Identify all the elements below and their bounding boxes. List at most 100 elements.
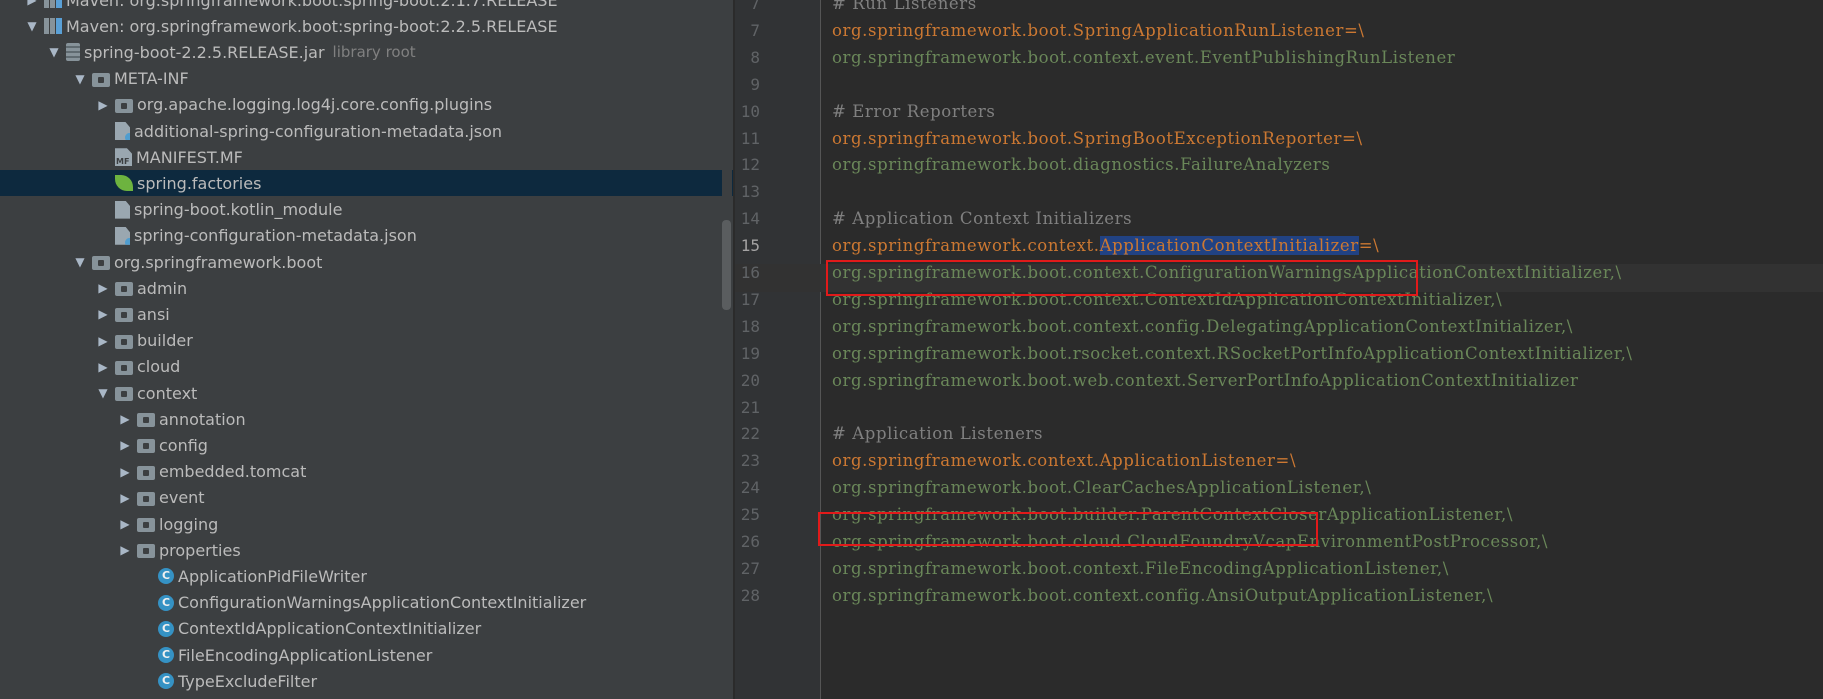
tree-row-label: admin (137, 278, 188, 298)
tree-row[interactable]: spring-boot.kotlin_module (0, 197, 733, 223)
maven-library-icon (44, 0, 62, 8)
collapsed-arrow-icon[interactable]: ▶ (115, 517, 135, 531)
tree-row-label: spring-configuration-metadata.json (134, 226, 417, 246)
tree-row[interactable]: ▶ admin (0, 275, 733, 301)
expanded-arrow-icon[interactable]: ▼ (70, 72, 90, 86)
tree-row-label: spring-boot.kotlin_module (134, 200, 343, 220)
tree-row[interactable]: ▶ org.apache.logging.log4j.core.config.pl… (0, 92, 733, 118)
red-annotation-box-initializer (826, 260, 1418, 296)
package-icon (137, 544, 155, 559)
tree-row[interactable]: ▼ META-INF (0, 66, 733, 92)
package-icon (115, 98, 133, 113)
tree-row-label: ConfigurationWarningsApplicationContextI… (178, 593, 587, 613)
tree-row-hint: library root (332, 43, 416, 62)
expanded-arrow-icon[interactable]: ▼ (22, 19, 42, 33)
collapsed-arrow-icon[interactable]: ▶ (115, 438, 135, 452)
code-text: org.springframework.context. (832, 236, 1100, 256)
folder-icon (92, 72, 110, 87)
tree-row-label: TypeExcludeFilter (178, 671, 318, 691)
class-icon (158, 594, 174, 611)
package-icon (137, 439, 155, 454)
collapsed-arrow-icon[interactable]: ▶ (115, 465, 135, 479)
tree-row[interactable]: ▶ cloud (0, 354, 733, 380)
tree-row[interactable]: ▼ Maven: org.springframework.boot:spring-… (0, 13, 733, 39)
tree-row[interactable]: FileEncodingApplicationListener (0, 642, 733, 668)
tree-row[interactable]: spring.factories (0, 170, 733, 197)
tree-row-label: Maven: org.springframework.boot:spring-b… (66, 16, 558, 36)
tree-row[interactable]: ApplicationPidFileWriter (0, 563, 733, 589)
json-file-icon (115, 226, 130, 245)
tree-row[interactable]: additional-spring-configuration-metadata… (0, 118, 733, 144)
collapsed-arrow-icon[interactable]: ▶ (22, 0, 42, 7)
tree-row[interactable]: ▼ spring-boot-2.2.5.RELEASE.jar library ro… (0, 39, 733, 65)
collapsed-arrow-icon[interactable]: ▶ (93, 98, 113, 112)
red-annotation-box-listener (818, 512, 1318, 546)
package-icon (137, 518, 155, 532)
expanded-arrow-icon[interactable]: ▼ (70, 255, 90, 269)
code-line[interactable]: org.springframework.boot.web.context.Ser… (832, 365, 1579, 396)
spring-leaf-icon (115, 175, 133, 192)
class-icon (158, 673, 174, 690)
tree-row-label: event (159, 488, 205, 508)
tree-row[interactable]: ▶ config (0, 432, 733, 458)
tree-row[interactable]: MANIFEST.MF (0, 144, 733, 170)
tree-row-label: ApplicationPidFileWriter (178, 566, 367, 586)
tree-row[interactable]: ▶ properties (0, 537, 733, 563)
maven-library-icon (44, 18, 62, 35)
tree-row[interactable]: ContextIdApplicationContextInitializer (0, 616, 733, 642)
tree-row[interactable]: ▶ builder (0, 328, 733, 354)
code-line[interactable]: org.springframework.boot.context.event.E… (832, 42, 1455, 73)
tree-row[interactable]: spring-configuration-metadata.json (0, 223, 733, 249)
tree-row[interactable]: ▶ annotation (0, 406, 733, 432)
tree-row-label: ContextIdApplicationContextInitializer (178, 619, 482, 639)
tree-row[interactable]: ▼ context (0, 380, 733, 406)
jar-icon (66, 43, 80, 62)
code-line[interactable]: org.springframework.boot.diagnostics.Fai… (832, 149, 1330, 180)
package-icon (137, 491, 155, 506)
tree-row[interactable]: TypeExcludeFilter (0, 668, 733, 694)
tree-scrollbar-track[interactable] (722, 0, 732, 699)
tree-row[interactable]: ▶ embedded.tomcat (0, 459, 733, 485)
class-icon (158, 647, 174, 663)
collapsed-arrow-icon[interactable]: ▶ (93, 334, 113, 348)
expanded-arrow-icon[interactable]: ▼ (44, 45, 64, 59)
package-icon (137, 413, 155, 428)
tree-row-label: embedded.tomcat (159, 462, 307, 482)
package-icon (115, 308, 133, 323)
package-icon (115, 334, 133, 349)
tree-row-label: ansi (137, 304, 170, 324)
collapsed-arrow-icon[interactable]: ▶ (93, 307, 113, 321)
tree-row-label: spring.factories (137, 173, 262, 193)
selected-text: ApplicationContextInitializer (1099, 236, 1359, 256)
tree-row[interactable]: ▶ ansi (0, 301, 733, 327)
code-text-suffix: =\ (1358, 236, 1380, 256)
collapsed-arrow-icon[interactable]: ▶ (115, 543, 135, 557)
tree-row-label: annotation (159, 409, 246, 429)
code-line[interactable]: org.springframework.boot.context.config.… (832, 580, 1493, 611)
expanded-arrow-icon[interactable]: ▼ (93, 386, 113, 400)
collapsed-arrow-icon[interactable]: ▶ (115, 491, 135, 505)
tree-row[interactable]: ▶ event (0, 485, 733, 511)
package-icon (115, 282, 133, 297)
tree-row-label: META-INF (114, 69, 189, 89)
class-icon (158, 568, 174, 585)
tree-row-label: FileEncodingApplicationListener (178, 645, 433, 665)
package-icon (115, 387, 133, 401)
tree-row[interactable]: ▶ logging (0, 511, 733, 537)
tree-row-label: cloud (137, 357, 181, 377)
manifest-file-icon (115, 148, 132, 167)
tree-row-label: spring-boot-2.2.5.RELEASE.jar (84, 42, 325, 62)
tree-row-label: context (137, 383, 198, 403)
tree-row[interactable]: ▼ org.springframework.boot (0, 249, 733, 275)
file-icon (115, 200, 130, 219)
tree-row[interactable]: ▶ Maven: org.springframework.boot:spring-… (0, 0, 733, 13)
tree-row-label: org.springframework.boot (114, 252, 323, 272)
tree-row[interactable]: ConfigurationWarningsApplicationContextI… (0, 590, 733, 616)
tree-scrollbar-thumb[interactable] (722, 220, 731, 310)
package-icon (137, 465, 155, 480)
collapsed-arrow-icon[interactable]: ▶ (93, 360, 113, 374)
collapsed-arrow-icon[interactable]: ▶ (93, 281, 113, 295)
collapsed-arrow-icon[interactable]: ▶ (115, 412, 135, 426)
package-icon (92, 256, 110, 270)
package-icon (115, 360, 133, 375)
